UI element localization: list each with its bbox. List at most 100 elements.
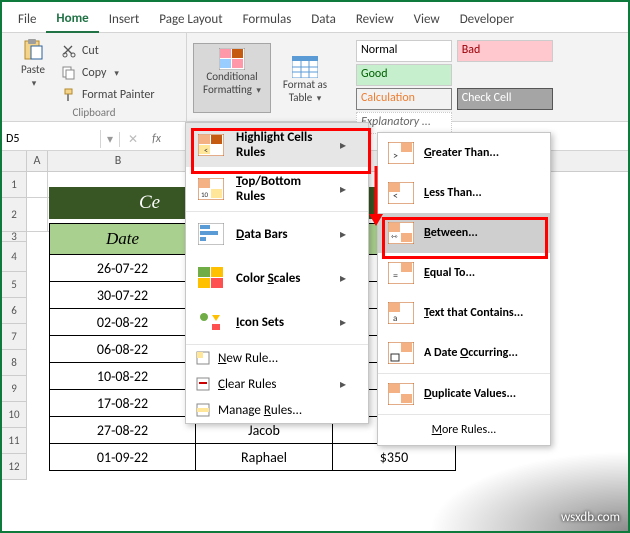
svg-text:a: a bbox=[393, 313, 397, 324]
select-all-corner[interactable] bbox=[2, 151, 27, 171]
tab-page-layout[interactable]: Page Layout bbox=[149, 6, 232, 32]
col-header-b[interactable]: B bbox=[48, 151, 189, 171]
highlight-cells-icon: < bbox=[198, 134, 224, 156]
menu-color-scales[interactable]: Color Scales ▸ bbox=[186, 256, 368, 300]
duplicate-values-icon bbox=[388, 383, 414, 405]
fx-icon[interactable]: fx bbox=[146, 132, 167, 146]
icon-sets-icon bbox=[198, 311, 224, 333]
tab-file[interactable]: File bbox=[8, 6, 46, 32]
row-header[interactable]: 11 bbox=[2, 428, 27, 454]
cell-style-good[interactable]: Good bbox=[356, 64, 452, 86]
copy-icon bbox=[62, 66, 76, 80]
menu-date-occurring[interactable]: A Date Occurring... bbox=[378, 333, 550, 373]
menu-top-bottom-rules[interactable]: 10 Top/Bottom Rules ▸ bbox=[186, 167, 368, 211]
arrow-right-icon: ▸ bbox=[340, 315, 346, 330]
cut-button[interactable]: Cut bbox=[62, 41, 155, 61]
menu-manage-rules[interactable]: Manage Rules... bbox=[186, 397, 368, 423]
between-icon: ⇿ bbox=[388, 222, 414, 244]
tab-review[interactable]: Review bbox=[346, 6, 404, 32]
namebox-dropdown-icon[interactable]: ▾ bbox=[101, 132, 120, 147]
color-scales-icon bbox=[198, 267, 224, 289]
tab-home[interactable]: Home bbox=[46, 5, 98, 33]
menu-duplicate-values[interactable]: Duplicate Values... bbox=[378, 374, 550, 414]
tab-data[interactable]: Data bbox=[301, 6, 346, 32]
ribbon: Paste Cut Copy Format Painter bbox=[2, 33, 628, 122]
tab-view[interactable]: View bbox=[404, 6, 450, 32]
paste-label: Paste bbox=[21, 63, 45, 76]
row-header[interactable]: 2 bbox=[2, 198, 27, 232]
svg-text:=: = bbox=[393, 269, 398, 282]
menu-equal-to[interactable]: = Equal To... bbox=[378, 253, 550, 293]
row-header[interactable]: 12 bbox=[2, 454, 27, 480]
equal-to-icon: = bbox=[388, 262, 414, 284]
arrow-right-icon: ▸ bbox=[340, 227, 346, 242]
cell-style-bad[interactable]: Bad bbox=[457, 40, 553, 62]
svg-text:<: < bbox=[393, 189, 398, 202]
date-occurring-icon bbox=[388, 342, 414, 364]
chevron-down-icon bbox=[112, 66, 119, 80]
brush-icon bbox=[62, 88, 76, 102]
table-header-date[interactable]: Date bbox=[50, 224, 196, 255]
menu-between[interactable]: ⇿ Between... bbox=[378, 213, 550, 253]
cell-style-check-cell[interactable]: Check Cell bbox=[457, 88, 553, 110]
chevron-down-icon bbox=[254, 83, 261, 96]
menu-new-rule[interactable]: New Rule... bbox=[186, 345, 368, 371]
chevron-down-icon bbox=[30, 76, 37, 89]
copy-button[interactable]: Copy bbox=[62, 63, 155, 83]
clipboard-group-label: Clipboard bbox=[8, 106, 180, 119]
clear-rules-icon bbox=[196, 377, 210, 391]
menu-data-bars[interactable]: Data Bars ▸ bbox=[186, 212, 368, 256]
row-header[interactable]: 9 bbox=[2, 376, 27, 402]
svg-text:⇿: ⇿ bbox=[391, 232, 398, 242]
arrow-right-icon: ▸ bbox=[340, 377, 346, 392]
svg-text:>: > bbox=[393, 149, 398, 162]
manage-rules-icon bbox=[196, 403, 210, 417]
svg-text:<: < bbox=[204, 146, 208, 156]
row-header[interactable]: 6 bbox=[2, 298, 27, 324]
cell-style-explanatory[interactable]: Explanatory ... bbox=[356, 112, 452, 134]
table-row[interactable]: 01-09-22Raphael$350 bbox=[50, 444, 456, 471]
chevron-down-icon bbox=[315, 91, 322, 104]
data-bars-icon bbox=[198, 223, 224, 245]
menu-greater-than[interactable]: > Greater Than... bbox=[378, 133, 550, 173]
col-header-a[interactable]: A bbox=[27, 151, 48, 171]
cell-style-calculation[interactable]: Calculation bbox=[356, 88, 452, 110]
arrow-right-icon: ▸ bbox=[340, 271, 346, 286]
tab-formulas[interactable]: Formulas bbox=[233, 6, 302, 32]
text-contains-icon: a bbox=[388, 302, 414, 324]
tab-insert[interactable]: Insert bbox=[99, 6, 150, 32]
cell-style-normal[interactable]: Normal bbox=[356, 40, 452, 62]
format-painter-button[interactable]: Format Painter bbox=[62, 85, 155, 105]
row-header[interactable]: 8 bbox=[2, 350, 27, 376]
name-box[interactable]: D5 bbox=[2, 130, 101, 148]
row-header[interactable]: 3 bbox=[2, 232, 27, 242]
highlight-cells-submenu: > Greater Than... < Less Than... ⇿ Betwe… bbox=[377, 132, 551, 446]
menu-clear-rules[interactable]: Clear Rules ▸ bbox=[186, 371, 368, 397]
conditional-formatting-menu: < Highlight Cells Rules ▸ 10 Top/Bottom … bbox=[185, 122, 369, 424]
new-rule-icon bbox=[196, 351, 210, 365]
cancel-formula-icon[interactable]: ✕ bbox=[120, 132, 146, 147]
top-bottom-icon: 10 bbox=[198, 178, 224, 200]
row-header[interactable]: 4 bbox=[2, 242, 27, 272]
format-as-table-button[interactable]: Format as Table bbox=[275, 52, 335, 104]
paste-button[interactable]: Paste bbox=[8, 37, 58, 89]
menu-less-than[interactable]: < Less Than... bbox=[378, 173, 550, 213]
row-header[interactable]: 10 bbox=[2, 402, 27, 428]
svg-text:10: 10 bbox=[201, 190, 209, 199]
menu-icon-sets[interactable]: Icon Sets ▸ bbox=[186, 300, 368, 344]
row-header[interactable]: 1 bbox=[2, 172, 27, 198]
menu-highlight-cells-rules[interactable]: < Highlight Cells Rules ▸ bbox=[186, 123, 368, 167]
scissors-icon bbox=[62, 44, 76, 58]
tab-developer[interactable]: Developer bbox=[450, 6, 524, 32]
row-header[interactable]: 5 bbox=[2, 272, 27, 298]
less-than-icon: < bbox=[388, 182, 414, 204]
menu-text-contains[interactable]: a Text that Contains... bbox=[378, 293, 550, 333]
row-header[interactable]: 7 bbox=[2, 324, 27, 350]
ribbon-tabs: File Home Insert Page Layout Formulas Da… bbox=[2, 2, 628, 33]
menu-more-rules[interactable]: More Rules... bbox=[378, 415, 550, 445]
greater-than-icon: > bbox=[388, 142, 414, 164]
paste-icon bbox=[21, 39, 45, 61]
arrow-right-icon: ▸ bbox=[340, 182, 346, 197]
conditional-formatting-icon bbox=[219, 48, 245, 70]
conditional-formatting-button[interactable]: Conditional Formatting bbox=[193, 43, 271, 113]
